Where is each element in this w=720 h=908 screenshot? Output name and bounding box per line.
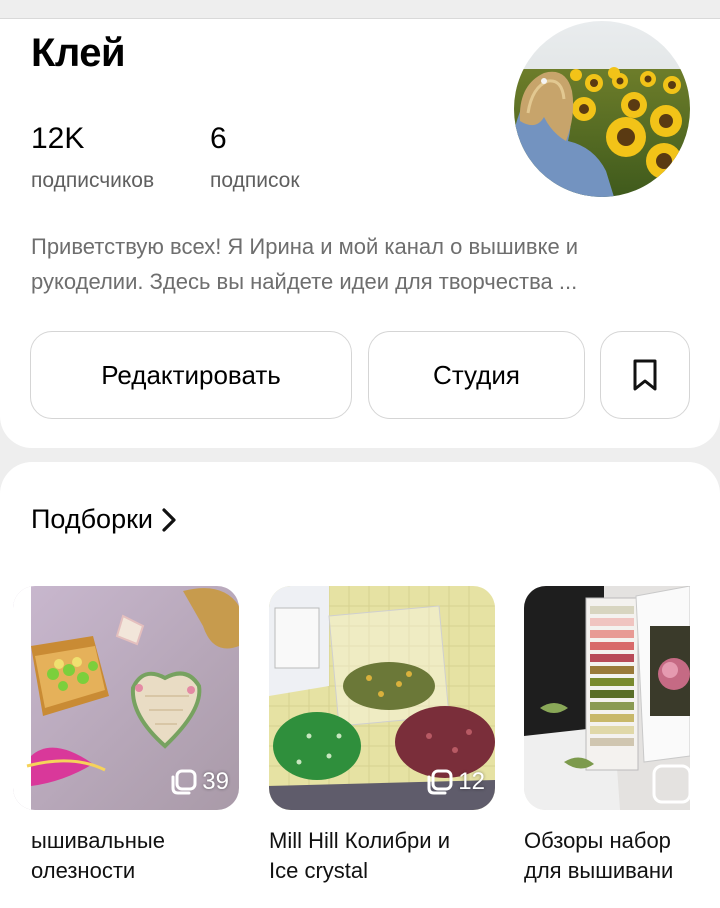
bio-line-1: Приветствую всех! Я Ирина и мой канал о … bbox=[31, 234, 579, 259]
following-count: 6 bbox=[210, 122, 227, 155]
avatar[interactable] bbox=[514, 21, 690, 197]
collection-title-2-line-2: Ice crystal bbox=[269, 858, 369, 883]
chevron-right-icon bbox=[162, 507, 176, 532]
bookmark-icon bbox=[633, 359, 657, 391]
collection-title-3-line-2: для вышивани bbox=[524, 858, 674, 883]
profile-page: Клей 12K подписчиков 6 подписок Приветст… bbox=[0, 0, 720, 908]
collection-title-3-line-1: Обзоры набор bbox=[524, 828, 671, 853]
collection-count-label-1: 39 bbox=[202, 768, 229, 795]
edit-button[interactable]: Редактировать bbox=[30, 331, 352, 419]
collection-stack-icon bbox=[171, 769, 197, 795]
collection-count-2: 12 bbox=[426, 768, 485, 796]
collection-title-3[interactable]: Обзоры набор для вышивани bbox=[524, 826, 690, 886]
collection-title-1[interactable]: ышивальные олезности bbox=[31, 826, 257, 886]
collection-title-1-line-2: олезности bbox=[31, 858, 136, 883]
collection-tile-2[interactable]: 12 bbox=[269, 586, 495, 810]
bio-line-2: рукоделии. Здесь вы найдете идеи для тво… bbox=[31, 269, 578, 294]
collections-header[interactable]: Подборки bbox=[31, 504, 177, 535]
edit-button-label: Редактировать bbox=[101, 359, 281, 390]
profile-card: Клей 12K подписчиков 6 подписок Приветст… bbox=[0, 18, 720, 448]
following-stat[interactable]: 6 подписок bbox=[210, 121, 300, 193]
collection-title-2[interactable]: Mill Hill Колибри и Ice crystal bbox=[269, 826, 495, 886]
bookmarks-button[interactable] bbox=[600, 331, 690, 419]
collection-title-2-line-1: Mill Hill Колибри и bbox=[269, 828, 450, 853]
collection-count-1: 39 bbox=[170, 768, 229, 796]
collection-tile-1[interactable]: 39 bbox=[13, 586, 239, 810]
followers-stat[interactable]: 12K подписчиков bbox=[31, 121, 154, 193]
collections-card: Подборки 39 12 ышивальные олезности Mill… bbox=[0, 462, 720, 908]
followers-label: подписчиков bbox=[31, 169, 155, 192]
collection-stack-icon bbox=[427, 769, 453, 795]
channel-name: Клей bbox=[31, 31, 126, 75]
collection-thumbnail-3 bbox=[524, 586, 690, 810]
followers-count: 12K bbox=[31, 122, 85, 155]
collection-count-label-2: 12 bbox=[458, 768, 485, 795]
avatar-image bbox=[514, 21, 690, 197]
studio-button[interactable]: Студия bbox=[368, 331, 585, 419]
studio-button-label: Студия bbox=[433, 359, 520, 390]
collections-title: Подборки bbox=[31, 504, 153, 534]
following-label: подписок bbox=[210, 169, 300, 192]
collection-title-1-line-1: ышивальные bbox=[31, 828, 165, 853]
collection-tile-3[interactable] bbox=[524, 586, 690, 810]
channel-description[interactable]: Приветствую всех! Я Ирина и мой канал о … bbox=[31, 229, 701, 299]
